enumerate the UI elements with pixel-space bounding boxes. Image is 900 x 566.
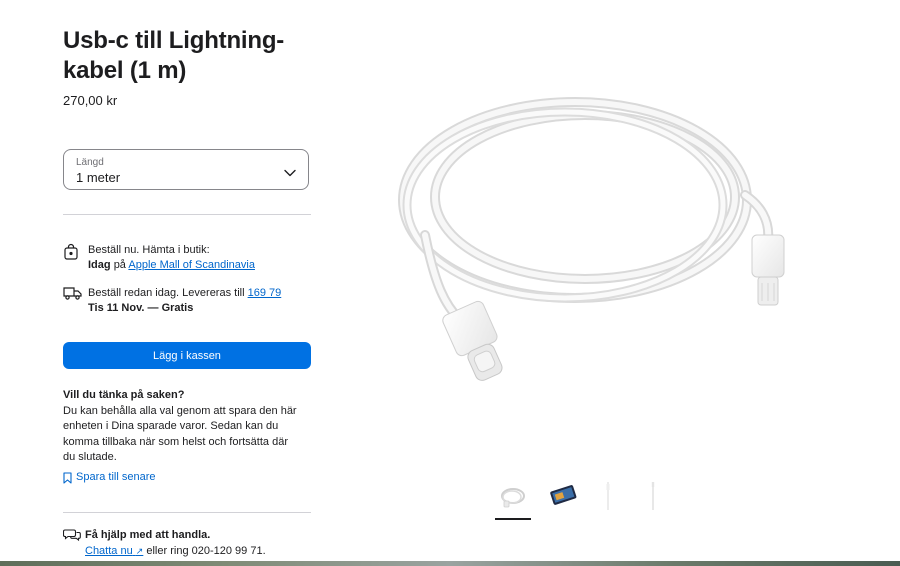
product-price: 270,00 kr bbox=[63, 93, 118, 108]
delivery-line: Beställ redan idag. Levereras till bbox=[88, 287, 245, 299]
divider bbox=[63, 512, 311, 513]
divider bbox=[63, 214, 311, 215]
delivery-date: Tis 11 Nov. — Gratis bbox=[88, 302, 194, 314]
shopping-bag-icon bbox=[63, 243, 79, 266]
bookmark-icon bbox=[63, 472, 72, 487]
pickup-info: Beställ nu. Hämta i butik: Idag på Apple… bbox=[63, 243, 311, 275]
thumbnail-lightning-connector[interactable] bbox=[635, 480, 671, 516]
help-phone-text: eller ring 020-120 99 71. bbox=[146, 545, 266, 557]
length-select-label: Längd bbox=[76, 157, 104, 168]
chevron-down-icon bbox=[284, 164, 296, 182]
thumbnail-device[interactable] bbox=[545, 480, 581, 516]
chat-bubbles-icon bbox=[62, 528, 81, 547]
zip-code-link[interactable]: 169 79 bbox=[248, 287, 282, 299]
length-select[interactable]: Längd 1 meter bbox=[63, 149, 309, 190]
image-gallery-thumbnails bbox=[490, 480, 670, 522]
thumbnail-usb-c-connector[interactable] bbox=[590, 480, 626, 516]
add-to-bag-button[interactable]: Lägg i kassen bbox=[63, 342, 311, 369]
thumbnail-cable[interactable] bbox=[495, 480, 531, 516]
active-thumbnail-indicator bbox=[495, 518, 531, 520]
page-bottom-edge bbox=[0, 561, 900, 566]
chat-now-label: Chatta nu bbox=[85, 545, 133, 557]
product-title: Usb-c till Lightning-kabel (1 m) bbox=[63, 27, 285, 84]
help-heading: Få hjälp med att handla. bbox=[85, 529, 211, 541]
delivery-info: Beställ redan idag. Levereras till 169 7… bbox=[63, 286, 311, 318]
length-select-value: 1 meter bbox=[76, 170, 121, 185]
chat-now-link[interactable]: Chatta nu ↗ bbox=[85, 545, 143, 557]
pickup-day: Idag bbox=[88, 259, 111, 271]
think-body: Du kan behålla alla val genom att spara … bbox=[63, 405, 297, 463]
external-arrow-icon: ↗ bbox=[135, 546, 144, 556]
product-image bbox=[385, 85, 785, 390]
shipping-truck-icon bbox=[63, 286, 82, 305]
store-link[interactable]: Apple Mall of Scandinavia bbox=[128, 259, 255, 271]
pickup-line: Beställ nu. Hämta i butik: bbox=[88, 244, 210, 256]
pickup-at: på bbox=[113, 259, 126, 271]
save-for-later-label: Spara till senare bbox=[76, 471, 156, 483]
think-heading: Vill du tänka på saken? bbox=[63, 389, 185, 401]
